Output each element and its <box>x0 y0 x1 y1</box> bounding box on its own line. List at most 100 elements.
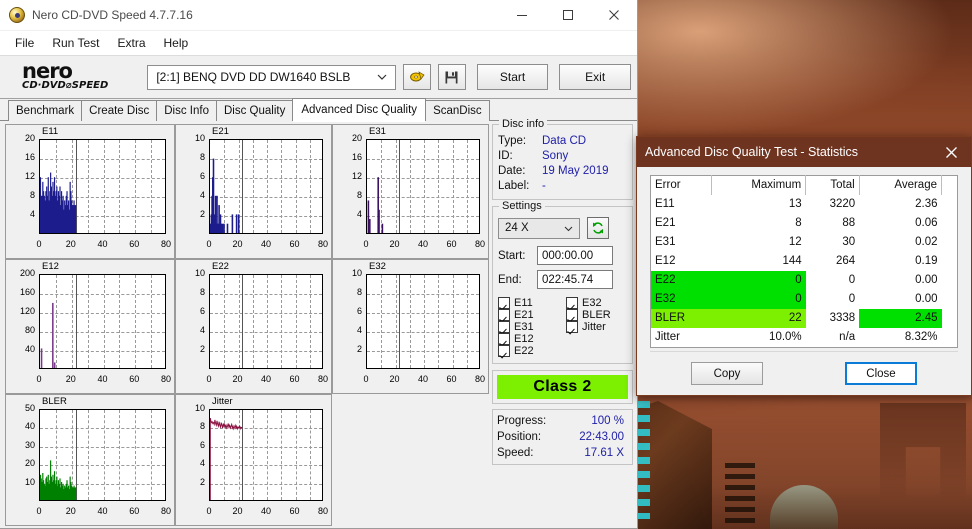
cell-spacer <box>942 290 958 309</box>
checkbox-e22[interactable]: E22 <box>493 345 561 357</box>
col-spacer <box>942 176 958 196</box>
cell-total: 0 <box>848 274 856 286</box>
disc-id-label: ID: <box>498 150 513 162</box>
y-axis-tick: 8 <box>356 190 362 200</box>
chart-bler[interactable]: BLER 10 20 30 40 50 0 20 40 60 80 <box>5 394 175 526</box>
table-row[interactable]: E31 12 30 0.02 <box>651 233 958 252</box>
y-axis-tick: 6 <box>199 171 205 181</box>
y-axis-tick: 10 <box>194 268 205 278</box>
checkbox-e12[interactable]: E12 <box>493 333 561 345</box>
table-row[interactable]: BLER 22 3338 2.45 <box>650 309 958 328</box>
y-axis-tick: 16 <box>351 152 362 162</box>
close-button-dialog[interactable]: Close <box>845 362 917 385</box>
chart-e11[interactable]: E11 4 8 12 16 20 0 20 40 60 80 <box>5 124 175 259</box>
tab-scandisc[interactable]: ScanDisc <box>425 100 490 121</box>
menu-item-run-test[interactable]: Run Test <box>43 33 108 53</box>
checkbox-e11[interactable]: E11 <box>493 297 561 309</box>
status-row: Speed: 17.61 X <box>497 445 628 461</box>
cell-spacer <box>942 195 958 214</box>
start-button[interactable]: Start <box>476 64 549 90</box>
cell-total: 3220 <box>829 198 856 210</box>
chart-e22[interactable]: E22 2 4 6 8 10 0 20 40 60 80 <box>175 259 332 394</box>
chart-e31[interactable]: E31 4 8 12 16 20 0 20 40 60 80 <box>332 124 489 259</box>
table-row[interactable]: Jitter 10.0% n/a 8.32% <box>651 328 958 348</box>
chart-e12[interactable]: E12 40 80 120 160 200 0 20 40 60 80 <box>5 259 175 394</box>
tab-benchmark[interactable]: Benchmark <box>8 100 83 121</box>
menu-item-extra[interactable]: Extra <box>108 33 154 53</box>
class-rating-box: Class 2 <box>492 370 633 404</box>
x-axis-tick: 40 <box>417 239 428 249</box>
table-row[interactable]: E11 13 3220 2.36 <box>651 195 958 214</box>
refresh-button[interactable] <box>587 217 609 239</box>
tab-disc-info[interactable]: Disc Info <box>156 100 217 121</box>
maximize-button[interactable] <box>545 0 591 30</box>
tab-advanced-disc-quality[interactable]: Advanced Disc Quality <box>292 98 427 122</box>
checkbox-icon <box>498 345 510 357</box>
progress-value: 100 % <box>591 415 624 427</box>
plot-area <box>209 139 323 234</box>
checkbox-e31[interactable]: E31 <box>493 321 561 333</box>
speed-select[interactable]: 24 X <box>498 217 580 239</box>
start-input[interactable]: 000:00.00 <box>537 246 613 265</box>
end-input[interactable]: 022:45.74 <box>537 270 613 289</box>
chart-jitter[interactable]: Jitter 2 4 6 8 10 0 20 40 60 80 <box>175 394 332 526</box>
y-axis-tick: 2 <box>199 209 205 219</box>
data-series <box>40 275 165 368</box>
plot-area <box>39 139 166 234</box>
chart-e32[interactable]: E32 2 4 6 8 10 0 20 40 60 80 <box>332 259 489 394</box>
chart-e21[interactable]: E21 2 4 6 8 10 0 20 40 60 80 <box>175 124 332 259</box>
menu-item-help[interactable]: Help <box>155 33 198 53</box>
y-axis-tick: 4 <box>199 458 205 469</box>
cell-maximum: 0 <box>711 290 806 309</box>
y-axis-tick: 10 <box>351 268 362 278</box>
statistics-table: Error Maximum Total Average E11 13 3220 2.3… <box>650 175 958 348</box>
table-row[interactable]: E22 0 0 0.00 <box>650 271 958 290</box>
cell-average: 0.00 <box>915 274 938 286</box>
plot-area <box>366 139 480 234</box>
checkbox-bler[interactable]: BLER <box>561 309 629 321</box>
floppy-save-button[interactable] <box>437 64 466 90</box>
checkbox-label: E11 <box>514 297 533 309</box>
checkbox-e32[interactable]: E32 <box>561 297 629 309</box>
menu-item-file[interactable]: File <box>6 33 43 53</box>
x-axis-tick: 60 <box>446 374 457 384</box>
eject-disc-button[interactable] <box>403 64 431 90</box>
settings-legend: Settings <box>499 200 545 212</box>
table-row[interactable]: E32 0 0 0.00 <box>650 290 958 309</box>
position-value: 22:43.00 <box>579 431 624 443</box>
x-axis-tick: 80 <box>317 506 328 516</box>
x-axis-tick: 40 <box>97 506 108 516</box>
cell-error: E21 <box>655 217 676 229</box>
data-series <box>210 410 322 500</box>
x-axis-tick: 0 <box>363 239 369 249</box>
x-axis-tick: 20 <box>65 506 76 516</box>
x-axis-tick: 80 <box>474 239 485 249</box>
logo-line-1: nero <box>22 58 73 83</box>
disc-id-value: Sony <box>542 150 569 162</box>
statistics-dialog-title: Advanced Disc Quality Test - Statistics <box>645 145 859 159</box>
checkbox-jitter[interactable]: Jitter <box>561 321 629 333</box>
x-axis-tick: 60 <box>289 374 300 384</box>
drive-select[interactable]: [2:1] BENQ DVD DD DW1640 BSLB <box>147 64 397 90</box>
statistics-table-body: E11 13 3220 2.36 E21 8 88 0.06 E31 12 30 0.02 E12 144… <box>650 195 958 348</box>
checkbox-e21[interactable]: E21 <box>493 309 561 321</box>
chart-title: E12 <box>42 261 59 272</box>
cell-spacer <box>942 214 958 233</box>
tab-disc-quality[interactable]: Disc Quality <box>216 100 294 121</box>
minimize-button[interactable] <box>499 0 545 30</box>
x-axis-tick: 40 <box>97 239 108 249</box>
table-row[interactable]: E21 8 88 0.06 <box>651 214 958 233</box>
copy-button[interactable]: Copy <box>691 362 763 385</box>
chart-title: E22 <box>212 261 229 272</box>
table-header-row: Error Maximum Total Average <box>650 175 958 196</box>
x-axis-tick: 60 <box>289 506 300 516</box>
close-button[interactable] <box>591 0 637 30</box>
tab-create-disc[interactable]: Create Disc <box>81 100 158 121</box>
statistics-close-icon[interactable] <box>931 137 971 167</box>
checkbox-label: Jitter <box>582 321 606 333</box>
table-row[interactable]: E12 144 264 0.19 <box>651 252 958 271</box>
y-axis-tick: 12 <box>351 171 362 181</box>
exit-button[interactable]: Exit <box>559 64 631 90</box>
y-axis-tick: 200 <box>19 268 35 278</box>
x-axis-tick: 40 <box>97 374 108 384</box>
